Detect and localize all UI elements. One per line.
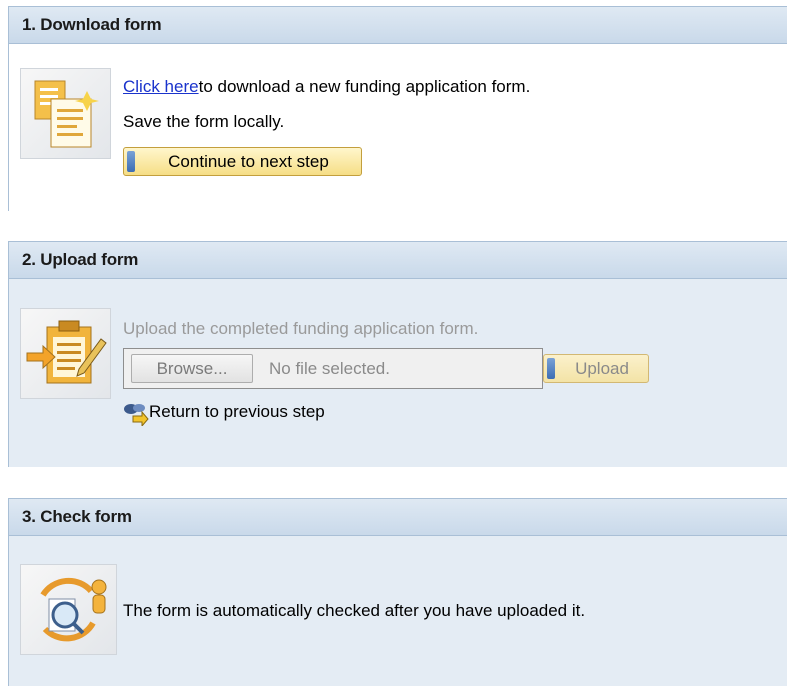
upload-button-label: Upload [575,358,629,378]
return-link-label: Return to previous step [149,402,325,421]
upload-instruction: Upload the completed funding application… [123,319,479,338]
magnifier-check-icon [20,564,117,655]
return-arrow-icon [124,404,149,426]
upload-form-header: 2. Upload form [9,242,787,279]
continue-to-next-step-button[interactable]: Continue to next step [123,147,362,176]
click-here-link[interactable]: Click here [123,77,199,96]
document-download-icon [20,68,111,159]
check-form-description: The form is automatically checked after … [123,601,586,620]
file-upload-input[interactable]: Browse... No file selected. [123,348,543,389]
upload-form-body: Upload the completed funding application… [9,279,787,467]
browse-button[interactable]: Browse... [131,354,253,383]
check-form-panel: 3. Check form The form is automatically … [8,498,787,686]
upload-form-panel: 2. Upload form Upload the completed fund… [8,241,787,467]
download-form-body: Click hereto download a new funding appl… [9,44,787,211]
check-form-header: 3. Check form [9,499,787,536]
no-file-selected-text: No file selected. [269,359,390,378]
upload-button[interactable]: Upload [543,354,649,383]
download-instruction-text: to download a new funding application fo… [198,77,531,96]
button-cap-icon [127,151,135,172]
download-form-panel: 1. Download form Click hereto download a… [8,6,787,211]
check-form-body: The form is automatically checked after … [9,536,787,686]
download-form-header: 1. Download form [9,7,787,44]
save-locally-text: Save the form locally. [123,112,285,131]
button-cap-icon [547,358,555,379]
download-instruction: Click hereto download a new funding appl… [123,77,530,97]
continue-button-label: Continue to next step [168,151,329,171]
clipboard-edit-icon [20,308,111,399]
